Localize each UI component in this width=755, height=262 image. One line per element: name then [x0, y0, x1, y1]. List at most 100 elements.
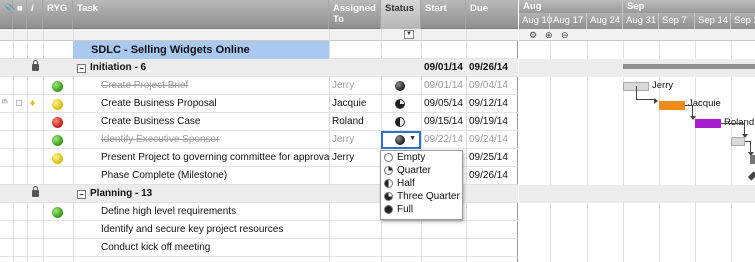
task-cell[interactable]: Create Project Brief	[73, 77, 329, 95]
task-cell[interactable]: Phase Complete (Milestone)	[73, 167, 329, 185]
table-row[interactable]: − Initiation - 6 09/01/14 09/26/14	[0, 59, 518, 77]
due-column-header[interactable]: Due	[466, 0, 518, 29]
assigned-cell[interactable]: Jacquie	[329, 95, 381, 113]
status-cell-editor[interactable]: ▼	[381, 131, 421, 149]
quarter-progress-icon	[384, 166, 393, 175]
table-row[interactable]: Create Business Case Roland 09/15/14 09/…	[0, 113, 518, 131]
due-cell[interactable]: 09/25/14	[466, 149, 518, 167]
due-cell[interactable]: 09/12/14	[466, 95, 518, 113]
task-cell[interactable]: Create Business Proposal	[73, 95, 329, 113]
ryg-cell[interactable]	[43, 95, 73, 113]
info-column-header[interactable]: i	[27, 0, 43, 29]
table-row[interactable]: Create Project Brief Jerry 09/01/14 09/0…	[0, 77, 518, 95]
gantt-week: Aug 10	[519, 13, 552, 29]
ryg-cell[interactable]	[43, 113, 73, 131]
comment-icon: ■	[17, 3, 23, 14]
yellow-status-ball	[52, 99, 63, 110]
yellow-status-ball	[52, 153, 63, 164]
task-cell[interactable]: Identify and secure key project resource…	[73, 221, 329, 239]
start-cell[interactable]: 09/15/14	[421, 113, 466, 131]
red-status-ball	[52, 117, 63, 128]
attachment-icon[interactable]: ᵐ	[2, 99, 8, 109]
gear-icon[interactable]: ⚙	[529, 29, 537, 41]
zoom-in-icon[interactable]: ⊕	[545, 29, 553, 41]
status-cell[interactable]	[381, 77, 421, 95]
task-column-header[interactable]: Task	[73, 0, 329, 29]
start-column-header[interactable]: Start	[421, 0, 466, 29]
gantt-summary-bar[interactable]	[623, 64, 755, 69]
task-cell[interactable]: Identify Executive Sponsor	[73, 131, 329, 149]
ryg-column-header[interactable]: RYG	[43, 0, 73, 29]
bell-icon[interactable]: ♦	[30, 99, 40, 109]
task-cell[interactable]: Create Business Case	[73, 113, 329, 131]
start-cell[interactable]: 09/01/14	[421, 59, 466, 77]
attachment-column-header[interactable]: 📎	[0, 0, 16, 29]
status-cell[interactable]	[381, 95, 421, 113]
gantt-week: Aug 24	[587, 13, 623, 29]
status-option-full[interactable]: Full	[381, 203, 462, 216]
three-quarter-progress-icon	[384, 192, 393, 201]
option-label: Three Quarter	[397, 191, 460, 202]
comment-column-header[interactable]: ■	[13, 0, 27, 29]
status-option-three-quarter[interactable]: Three Quarter	[381, 190, 462, 203]
task-cell[interactable]: Present Project to governing committee f…	[73, 149, 329, 167]
task-cell[interactable]: Conduct kick off meeting	[73, 239, 329, 257]
ryg-cell[interactable]	[43, 77, 73, 95]
status-column-header[interactable]: Status	[381, 0, 421, 29]
due-cell[interactable]: 09/26/14	[466, 59, 518, 77]
gantt-task-bar[interactable]	[695, 119, 721, 128]
assigned-cell[interactable]: Jerry	[329, 131, 381, 149]
gantt-milestone[interactable]	[747, 171, 755, 181]
start-cell[interactable]: 09/01/14	[421, 77, 466, 95]
collapse-toggle[interactable]: −	[77, 190, 86, 199]
ryg-cell[interactable]	[43, 203, 73, 221]
zoom-out-icon[interactable]: ⊖	[561, 29, 569, 41]
status-cell[interactable]	[381, 113, 421, 131]
due-cell[interactable]: 09/24/14	[466, 131, 518, 149]
assigned-column-header[interactable]: Assigned To	[329, 0, 381, 29]
assigned-cell[interactable]: Jerry	[329, 77, 381, 95]
status-filter-dropdown[interactable]: ▼	[404, 30, 414, 39]
start-cell[interactable]: 09/22/14	[421, 131, 466, 149]
start-cell[interactable]: 09/05/14	[421, 95, 466, 113]
due-cell[interactable]: 09/26/14	[466, 167, 518, 185]
comment-icon[interactable]: □	[16, 99, 22, 109]
collapse-toggle[interactable]: −	[77, 64, 86, 73]
green-status-ball	[52, 81, 63, 92]
ryg-cell[interactable]	[43, 131, 73, 149]
full-progress-icon	[384, 205, 393, 214]
task-cell[interactable]: − Planning - 13	[73, 185, 329, 203]
due-cell[interactable]: 09/19/14	[466, 113, 518, 131]
status-option-half[interactable]: Half	[381, 177, 462, 190]
ryg-cell[interactable]	[43, 149, 73, 167]
assigned-cell[interactable]	[329, 167, 381, 185]
project-title[interactable]: SDLC - Selling Widgets Online	[73, 41, 329, 59]
gantt-week: Sep 21	[734, 15, 755, 26]
gantt-task-bar[interactable]	[659, 101, 685, 110]
gantt-task-bar[interactable]	[731, 137, 745, 146]
status-option-quarter[interactable]: Quarter	[381, 164, 462, 177]
full-progress-icon	[395, 135, 405, 145]
assigned-cell[interactable]: Jerry	[329, 149, 381, 167]
table-row[interactable]: SDLC - Selling Widgets Online	[0, 41, 518, 59]
table-row[interactable]: ᵐ □ ♦ Create Business Proposal Jacquie 0…	[0, 95, 518, 113]
filter-bar: ▼	[0, 29, 518, 41]
assigned-cell[interactable]: Roland	[329, 113, 381, 131]
lock-icon	[32, 186, 39, 197]
due-cell[interactable]: 09/04/14	[466, 77, 518, 95]
status-option-empty[interactable]: Empty	[381, 151, 462, 164]
gantt-week-header: Aug 10 Aug 17 Aug 24 Aug 31 Sep 7 Sep 14…	[519, 13, 755, 29]
status-dropdown-menu: Empty Quarter Half Three Quarter Full	[380, 150, 463, 220]
sheet-window: 📎 ■ i RYG Task Assigned To Status Start …	[0, 0, 755, 262]
task-cell[interactable]: Define high level requirements	[73, 203, 329, 221]
option-label: Quarter	[397, 165, 431, 176]
task-text: Planning - 13	[90, 188, 153, 199]
gantt-month-header: Aug Sep	[519, 0, 755, 13]
gantt-toolbar: ⚙ ⊕ ⊖	[519, 29, 755, 41]
table-row[interactable]: Identify and secure key project resource…	[0, 221, 518, 239]
gantt-task-bar[interactable]	[750, 155, 755, 164]
table-row[interactable]: Identify Executive Sponsor Jerry 09/22/1…	[0, 131, 518, 149]
chevron-down-icon[interactable]: ▼	[409, 135, 416, 142]
task-cell[interactable]: − Initiation - 6	[73, 59, 329, 77]
table-row[interactable]: Conduct kick off meeting	[0, 239, 518, 257]
